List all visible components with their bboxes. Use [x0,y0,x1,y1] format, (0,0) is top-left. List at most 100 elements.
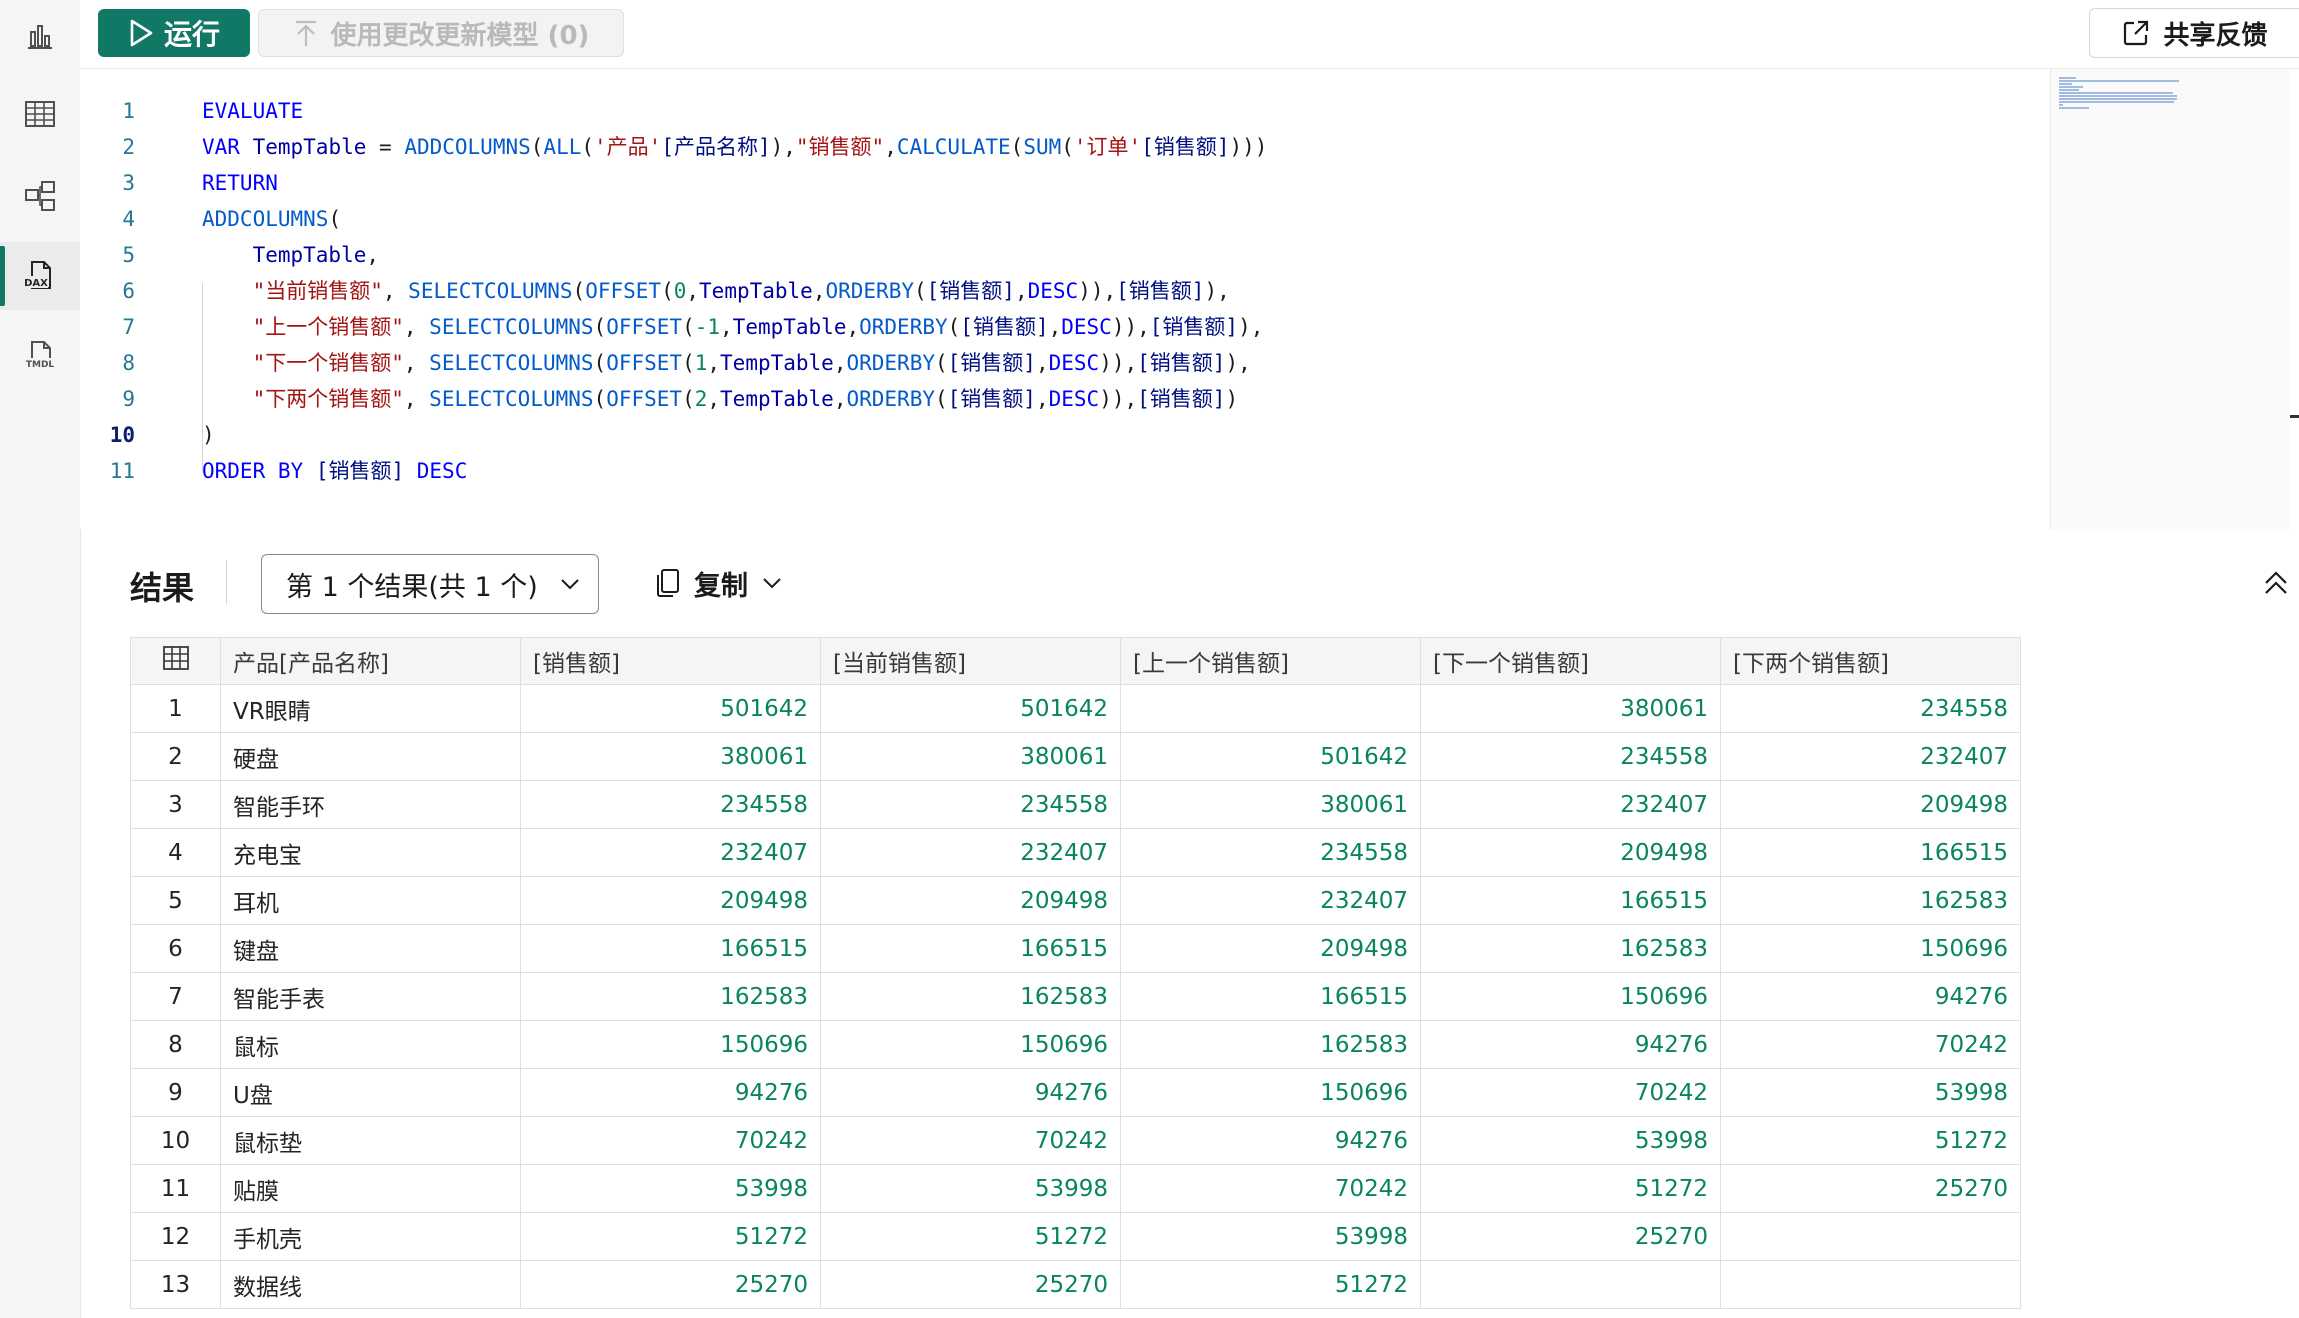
table-cell[interactable]: 94276 [1120,1116,1421,1165]
table-cell[interactable]: 70242 [820,1116,1121,1165]
copy-button[interactable]: 复制 [654,558,784,608]
row-number-cell[interactable]: 12 [130,1212,221,1261]
run-button[interactable]: 运行 [98,9,250,57]
row-number-cell[interactable]: 3 [130,780,221,829]
table-cell[interactable]: 501642 [1120,732,1421,781]
table-cell[interactable]: 25270 [1420,1212,1721,1261]
table-cell[interactable]: 51272 [820,1212,1121,1261]
table-cell[interactable]: 150696 [1720,924,2021,973]
column-header[interactable]: [当前销售额] [820,637,1121,685]
row-number-cell[interactable]: 4 [130,828,221,877]
table-cell[interactable]: 智能手环 [220,780,521,829]
row-number-cell[interactable]: 6 [130,924,221,973]
select-all-cell[interactable] [130,637,221,685]
table-cell[interactable]: 51272 [1120,1260,1421,1309]
table-cell[interactable]: U盘 [220,1068,521,1117]
table-cell[interactable]: 209498 [1120,924,1421,973]
table-cell[interactable]: 234558 [520,780,821,829]
table-cell[interactable]: 166515 [520,924,821,973]
row-number-cell[interactable]: 13 [130,1260,221,1309]
table-cell[interactable]: 380061 [1420,684,1721,733]
table-cell[interactable]: 234558 [1720,684,2021,733]
table-cell[interactable]: 25270 [1720,1164,2021,1213]
table-cell[interactable]: 贴膜 [220,1164,521,1213]
table-cell[interactable]: 94276 [1720,972,2021,1021]
table-cell[interactable]: 380061 [1120,780,1421,829]
row-number-cell[interactable]: 5 [130,876,221,925]
table-cell[interactable]: 166515 [1720,828,2021,877]
table-cell[interactable]: 53998 [1720,1068,2021,1117]
table-cell[interactable]: 501642 [520,684,821,733]
table-cell[interactable]: 70242 [1120,1164,1421,1213]
table-cell[interactable]: 232407 [520,828,821,877]
table-view-button[interactable] [0,80,80,148]
table-cell[interactable]: 手机壳 [220,1212,521,1261]
table-cell[interactable]: 53998 [820,1164,1121,1213]
table-cell[interactable]: 234558 [820,780,1121,829]
table-cell[interactable]: 鼠标垫 [220,1116,521,1165]
table-cell[interactable]: 25270 [820,1260,1121,1309]
table-cell[interactable]: 209498 [520,876,821,925]
table-cell[interactable]: 209498 [1420,828,1721,877]
result-set-dropdown[interactable]: 第 1 个结果(共 1 个) [261,554,599,614]
table-cell[interactable]: 166515 [1120,972,1421,1021]
row-number-cell[interactable]: 9 [130,1068,221,1117]
row-number-cell[interactable]: 10 [130,1116,221,1165]
table-cell[interactable]: 94276 [820,1068,1121,1117]
table-cell[interactable]: 232407 [1720,732,2021,781]
code-minimap[interactable] [2050,69,2289,529]
table-cell[interactable]: VR眼睛 [220,684,521,733]
table-cell[interactable]: 51272 [1420,1164,1721,1213]
table-cell[interactable]: 501642 [820,684,1121,733]
table-cell[interactable]: 鼠标 [220,1020,521,1069]
table-cell[interactable]: 232407 [1120,876,1421,925]
table-cell[interactable]: 充电宝 [220,828,521,877]
row-number-cell[interactable]: 2 [130,732,221,781]
table-cell[interactable]: 150696 [1120,1068,1421,1117]
row-number-cell[interactable]: 11 [130,1164,221,1213]
row-number-cell[interactable]: 8 [130,1020,221,1069]
table-cell[interactable]: 162583 [1120,1020,1421,1069]
table-cell[interactable]: 162583 [1420,924,1721,973]
table-cell[interactable]: 166515 [820,924,1121,973]
table-cell[interactable]: 150696 [1420,972,1721,1021]
column-header[interactable]: [下一个销售额] [1420,637,1721,685]
tmdl-view-button[interactable]: TMDL [0,322,80,390]
report-view-button[interactable] [0,2,80,70]
table-cell[interactable]: 209498 [820,876,1121,925]
table-cell[interactable]: 数据线 [220,1260,521,1309]
table-cell[interactable]: 耳机 [220,876,521,925]
collapse-results-button[interactable] [2261,568,2291,598]
table-cell[interactable]: 70242 [1420,1068,1721,1117]
table-cell[interactable]: 53998 [520,1164,821,1213]
table-cell[interactable]: 380061 [520,732,821,781]
dax-query-view-button[interactable]: DAX [0,242,80,310]
table-cell[interactable]: 51272 [1720,1116,2021,1165]
column-header[interactable]: [上一个销售额] [1120,637,1421,685]
table-cell[interactable]: 94276 [520,1068,821,1117]
table-cell[interactable]: 166515 [1420,876,1721,925]
table-cell[interactable] [1720,1212,2021,1261]
table-cell[interactable]: 25270 [520,1260,821,1309]
table-cell[interactable]: 162583 [820,972,1121,1021]
column-header[interactable]: [下两个销售额] [1720,637,2021,685]
table-cell[interactable]: 53998 [1420,1116,1721,1165]
table-cell[interactable]: 232407 [1420,780,1721,829]
update-model-button[interactable]: 使用更改更新模型 (0) [258,9,624,57]
table-cell[interactable]: 智能手表 [220,972,521,1021]
table-cell[interactable]: 234558 [1420,732,1721,781]
table-cell[interactable]: 51272 [520,1212,821,1261]
dax-code-editor[interactable]: 1 EVALUATE 2 VAR TempTable = ADDCOLUMNS(ALL… [80,69,2048,529]
table-cell[interactable]: 键盘 [220,924,521,973]
row-number-cell[interactable]: 1 [130,684,221,733]
table-cell[interactable]: 150696 [520,1020,821,1069]
table-cell[interactable]: 380061 [820,732,1121,781]
column-header[interactable]: 产品[产品名称] [220,637,521,685]
table-cell[interactable]: 162583 [520,972,821,1021]
model-view-button[interactable] [0,162,80,230]
table-cell[interactable]: 70242 [520,1116,821,1165]
table-cell[interactable]: 232407 [820,828,1121,877]
table-cell[interactable] [1420,1260,1721,1309]
table-cell[interactable]: 70242 [1720,1020,2021,1069]
row-number-cell[interactable]: 7 [130,972,221,1021]
